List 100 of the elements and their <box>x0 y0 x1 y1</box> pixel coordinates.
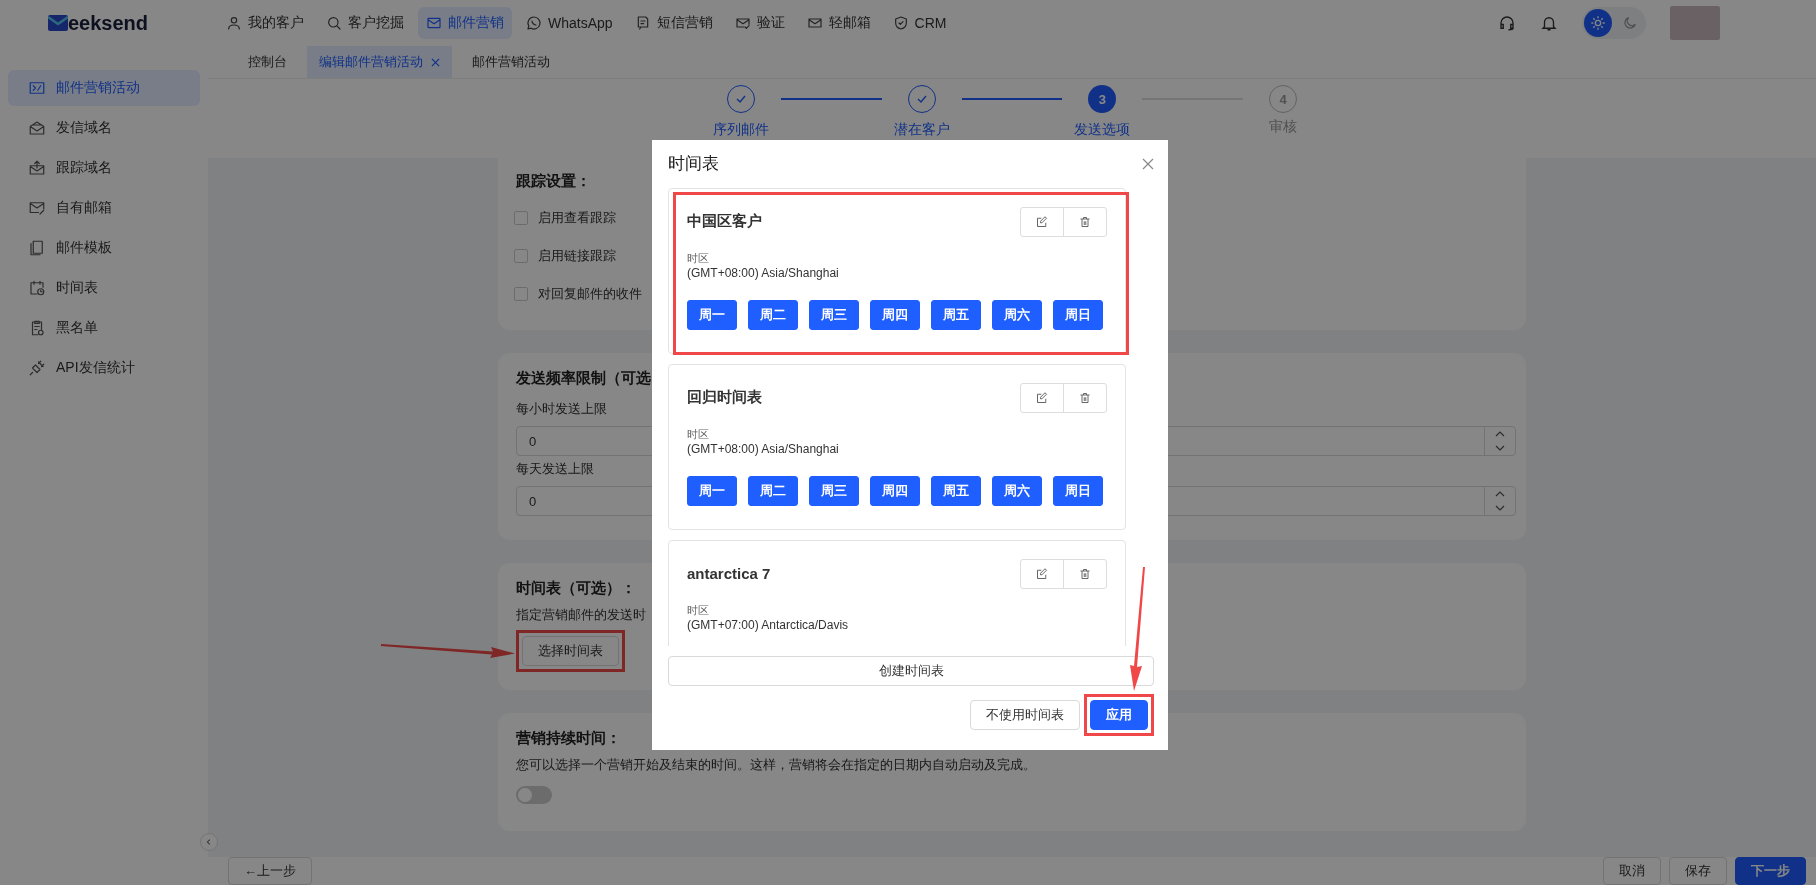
nav-item[interactable]: CRM <box>884 7 955 39</box>
envelope-icon <box>426 15 442 31</box>
section-description: 指定营销邮件的发送时 <box>516 606 646 624</box>
schedule-item-card[interactable]: 回归时间表 时区 (GMT+08:00) Asia/Shanghai 周一 周二 周三 周四 周五 周六 周日 <box>668 363 1126 530</box>
section-title: 时间表（可选）： <box>516 579 636 598</box>
nav-item[interactable]: 我的客户 <box>218 7 312 39</box>
headset-icon[interactable] <box>1498 14 1516 32</box>
section-title: 跟踪设置： <box>516 172 591 191</box>
weekday-chip[interactable]: 周四 <box>870 475 920 506</box>
tab[interactable]: 邮件营销活动 <box>460 46 562 78</box>
schedule-item-card[interactable]: 中国区客户 时区 (GMT+08:00) Asia/Shanghai 周一 周二 周三 周四 周五 周六 周日 <box>668 187 1126 354</box>
trash-icon[interactable] <box>1079 391 1091 404</box>
next-button[interactable]: 下一步 <box>1735 857 1806 885</box>
checkbox[interactable] <box>514 287 528 301</box>
logo-icon <box>48 13 68 33</box>
step-label: 潜在客户 <box>896 120 947 139</box>
weekday-chip[interactable]: 周六 <box>992 475 1042 506</box>
weekday-chip[interactable]: 周三 <box>809 475 859 506</box>
checkbox[interactable] <box>514 249 528 263</box>
timezone-label: 时区 <box>687 426 709 442</box>
sidebar-item[interactable]: API发信统计 <box>8 350 200 386</box>
section-title: 发送频率限制（可选 <box>516 369 651 388</box>
theme-switch[interactable] <box>1582 7 1646 39</box>
close-icon[interactable] <box>431 57 440 67</box>
chevron-up-icon[interactable] <box>1495 431 1505 437</box>
create-schedule-button[interactable]: 创建时间表 <box>668 656 1154 686</box>
trash-icon[interactable] <box>1079 215 1091 228</box>
no-schedule-button[interactable]: 不使用时间表 <box>970 700 1080 730</box>
step-number: 3 <box>1088 85 1117 113</box>
checkbox-label: 启用查看跟踪 <box>538 209 616 227</box>
sidebar-item[interactable]: 时间表 <box>8 270 200 306</box>
envelope-icon <box>28 79 46 97</box>
schedule-name: antarctica 7 <box>687 565 771 583</box>
weekday-chip[interactable]: 周三 <box>809 299 859 330</box>
weekday-chip[interactable]: 周二 <box>748 299 798 330</box>
checkbox-label: 对回复邮件的收件 <box>538 285 642 303</box>
edit-icon[interactable] <box>1036 215 1048 228</box>
save-button[interactable]: 保存 <box>1669 857 1727 885</box>
nav-item[interactable]: 验证 <box>726 7 793 39</box>
timezone-label: 时区 <box>687 602 709 618</box>
trash-icon[interactable] <box>1079 567 1091 580</box>
timezone-label: 时区 <box>687 250 709 266</box>
section-title: 营销持续时间： <box>516 729 621 748</box>
sidebar-item[interactable]: 邮件营销活动 <box>8 70 200 106</box>
tab[interactable]: 控制台 <box>236 46 299 78</box>
weekday-chip[interactable]: 周日 <box>1053 475 1103 506</box>
envelope-pen-icon <box>28 199 46 217</box>
edit-icon[interactable] <box>1036 567 1048 580</box>
field-label: 每天发送上限 <box>516 460 594 478</box>
chevron-up-icon[interactable] <box>1495 491 1505 497</box>
cancel-button[interactable]: 取消 <box>1603 857 1661 885</box>
timezone-value: (GMT+08:00) Asia/Shanghai <box>687 265 839 280</box>
dialog-title: 时间表 <box>668 153 719 176</box>
logo-text: eeksend <box>68 11 149 35</box>
search-icon <box>326 15 342 31</box>
sidebar-item[interactable]: 跟踪域名 <box>8 150 200 186</box>
nav-item[interactable]: WhatsApp <box>518 7 621 39</box>
weekday-chip[interactable]: 周五 <box>931 299 981 330</box>
envelope-arrow-icon <box>28 159 46 177</box>
edit-icon[interactable] <box>1036 391 1048 404</box>
toggle-switch[interactable] <box>516 786 552 804</box>
checkbox-label: 启用链接跟踪 <box>538 247 616 265</box>
timezone-value: (GMT+07:00) Antarctica/Davis <box>687 617 849 632</box>
calendar-clock-icon <box>28 279 46 297</box>
envelope-check-icon <box>734 15 751 31</box>
sidebar-item[interactable]: 黑名单 <box>8 310 200 346</box>
nav-item[interactable]: 邮件营销 <box>418 7 512 39</box>
schedule-name: 中国区客户 <box>687 212 762 232</box>
close-icon[interactable] <box>1142 157 1154 170</box>
chevron-left-icon[interactable] <box>205 838 213 846</box>
bell-icon[interactable] <box>1540 14 1558 32</box>
weekday-chip[interactable]: 周五 <box>931 475 981 506</box>
chat-bubble-icon <box>526 15 542 31</box>
weekday-chip[interactable]: 周六 <box>992 299 1042 330</box>
nav-item[interactable]: 客户挖掘 <box>318 7 412 39</box>
schedule-name: 回归时间表 <box>687 388 762 408</box>
sidebar-item[interactable]: 邮件模板 <box>8 230 200 266</box>
sidebar-item[interactable]: 自有邮箱 <box>8 190 200 226</box>
checkbox[interactable] <box>514 211 528 225</box>
chevron-down-icon[interactable] <box>1495 505 1505 511</box>
chevron-down-icon[interactable] <box>1495 445 1505 451</box>
sidebar-item[interactable]: 发信域名 <box>8 110 200 146</box>
shield-icon <box>892 15 909 31</box>
sun-icon[interactable] <box>1584 9 1612 37</box>
weekday-chip[interactable]: 周四 <box>870 299 920 330</box>
plug-icon <box>28 359 46 377</box>
weekday-chip[interactable]: 周二 <box>748 475 798 506</box>
weekday-chip[interactable]: 周日 <box>1053 299 1103 330</box>
weekday-chip[interactable]: 周一 <box>687 299 737 330</box>
nav-item[interactable]: 短信营销 <box>626 7 721 39</box>
open-envelope-icon <box>28 119 46 137</box>
timezone-value: (GMT+08:00) Asia/Shanghai <box>687 441 839 456</box>
envelope-icon <box>806 15 823 31</box>
weekday-chip[interactable]: 周一 <box>687 475 737 506</box>
tab[interactable]: 编辑邮件营销活动 <box>307 46 452 78</box>
select-schedule-button[interactable]: 选择时间表 <box>522 636 619 666</box>
field-label: 每小时发送上限 <box>516 400 607 418</box>
nav-item[interactable]: 轻邮箱 <box>798 7 879 39</box>
apply-button[interactable]: 应用 <box>1090 700 1148 730</box>
document-icon <box>28 239 46 257</box>
